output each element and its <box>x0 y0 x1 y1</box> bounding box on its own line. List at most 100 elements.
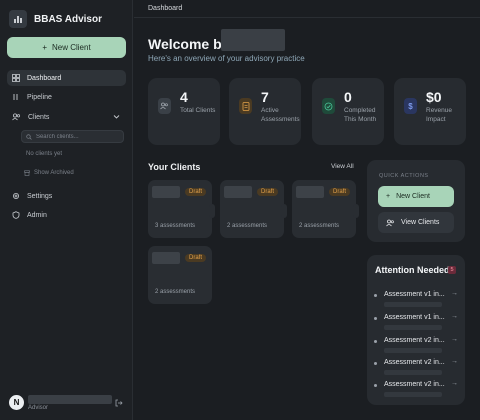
status-badge: Draft <box>328 188 350 196</box>
client-name-redacted <box>152 252 180 264</box>
client-card[interactable]: Draft 3 assessments <box>148 180 215 238</box>
quick-new-client-label: New Client <box>396 193 430 200</box>
user-profile[interactable]: N Advisor <box>9 395 127 415</box>
status-badge: Draft <box>184 254 206 262</box>
bar-chart-icon <box>9 10 27 28</box>
new-client-button[interactable]: + New Client <box>7 37 126 58</box>
attention-item[interactable]: Assessment v1 in... → <box>374 290 460 307</box>
stat-card-total-clients: 4 Total Clients <box>148 78 220 145</box>
attention-item[interactable]: Assessment v1 in... → <box>374 313 460 330</box>
arrow-right-icon: → <box>451 380 458 387</box>
attention-item-client-redacted <box>384 348 442 353</box>
nav-label: Settings <box>27 192 53 200</box>
quick-actions-title: QUICK ACTIONS <box>379 173 429 179</box>
nav-item-pipeline[interactable]: Pipeline <box>7 89 126 105</box>
bullet-dot <box>374 317 377 320</box>
client-card[interactable]: Draft 2 assessments <box>220 180 287 238</box>
attention-item-label: Assessment v1 in... <box>384 314 445 321</box>
quick-view-clients-label: View Clients <box>401 219 440 226</box>
clients-section-title: Your Clients <box>148 162 201 172</box>
attention-item-label: Assessment v2 in... <box>384 337 445 344</box>
nav-label: Dashboard <box>27 74 62 82</box>
stat-card-active-assessments: 7 Active Assessments <box>229 78 301 145</box>
bullet-dot <box>374 340 377 343</box>
attention-panel: Attention Needed 5 Assessment v1 in... →… <box>367 255 465 405</box>
stat-value: 0 <box>344 89 352 105</box>
arrow-right-icon: → <box>451 358 458 365</box>
show-archived-label: Show Archived <box>34 170 74 176</box>
bullet-dot <box>374 362 377 365</box>
stat-label: Active Assessments <box>261 107 300 123</box>
attention-item-client-redacted <box>384 302 442 307</box>
card-edge <box>209 204 215 218</box>
assessment-count: 2 assessments <box>227 223 268 229</box>
stat-label: Total Clients <box>180 107 216 114</box>
quick-view-clients-button[interactable]: View Clients <box>378 212 454 233</box>
empty-clients-note: No clients yet <box>26 151 63 157</box>
client-name-redacted <box>224 186 252 198</box>
search-input[interactable] <box>35 133 123 140</box>
arrow-right-icon: → <box>451 290 458 297</box>
nav-label: Pipeline <box>27 93 52 101</box>
quick-new-client-button[interactable]: + New Client <box>378 186 454 207</box>
stat-value: $0 <box>426 89 442 105</box>
chevron-down-icon[interactable] <box>113 113 120 120</box>
breadcrumb: Dashboard <box>148 5 183 12</box>
attention-item[interactable]: Assessment v2 in... → <box>374 380 460 397</box>
nav-item-admin[interactable]: Admin <box>7 207 126 223</box>
bullet-dot <box>374 294 377 297</box>
view-all-link[interactable]: View All <box>331 163 354 170</box>
attention-item-client-redacted <box>384 370 442 375</box>
client-name-redacted <box>296 186 324 198</box>
stat-value: 7 <box>261 89 269 105</box>
new-client-label: New Client <box>51 43 91 52</box>
quick-actions-panel: QUICK ACTIONS + New Client View Clients <box>367 160 465 242</box>
client-search[interactable] <box>21 130 124 143</box>
stat-label: Revenue Impact <box>426 107 453 123</box>
nav-item-clients[interactable]: Clients <box>7 109 126 125</box>
plus-icon: + <box>386 193 391 200</box>
nav-item-settings[interactable]: Settings <box>7 188 126 204</box>
sidebar: BBAS Advisor + New Client Dashboard Pipe… <box>0 0 133 420</box>
grid-icon <box>12 74 20 82</box>
arrow-right-icon: → <box>451 313 458 320</box>
user-name-redacted <box>28 395 112 404</box>
users-icon <box>158 98 171 114</box>
attention-item-client-redacted <box>384 325 442 330</box>
dollar-icon: $ <box>404 98 417 114</box>
stat-value: 4 <box>180 89 188 105</box>
arrow-right-icon: → <box>451 336 458 343</box>
logout-icon[interactable] <box>115 399 123 407</box>
nav-item-dashboard[interactable]: Dashboard <box>7 70 126 86</box>
assessment-count: 2 assessments <box>155 289 196 295</box>
bullet-dot <box>374 384 377 387</box>
nav-label: Admin <box>27 211 47 219</box>
show-archived-toggle[interactable]: Show Archived <box>24 170 74 176</box>
assessment-count: 2 assessments <box>299 223 340 229</box>
brand[interactable]: BBAS Advisor <box>9 10 102 28</box>
attention-count-badge: 5 <box>448 266 456 274</box>
plus-icon: + <box>42 43 47 52</box>
gear-icon <box>13 193 19 199</box>
assessment-count: 3 assessments <box>155 223 196 229</box>
attention-item-client-redacted <box>384 392 442 397</box>
clipboard-icon <box>239 98 252 114</box>
pipeline-icon <box>13 94 18 100</box>
client-card[interactable]: Draft 2 assessments <box>148 246 212 304</box>
status-badge: Draft <box>256 188 278 196</box>
nav-label: Clients <box>28 113 50 121</box>
page-subtitle: Here's an overview of your advisory prac… <box>148 54 305 63</box>
status-badge: Draft <box>184 188 206 196</box>
attention-item[interactable]: Assessment v2 in... → <box>374 336 460 353</box>
user-role: Advisor <box>28 405 49 411</box>
avatar: N <box>9 395 24 410</box>
search-icon <box>26 133 32 140</box>
users-icon <box>386 219 394 226</box>
stat-card-completed: 0 Completed This Month <box>312 78 384 145</box>
app-title: BBAS Advisor <box>34 13 102 25</box>
topbar: Dashboard <box>134 0 480 18</box>
stat-label: Completed This Month <box>344 107 377 123</box>
attention-item[interactable]: Assessment v2 in... → <box>374 358 460 375</box>
client-card[interactable]: Draft 2 assessments <box>292 180 359 238</box>
users-icon <box>12 113 21 121</box>
